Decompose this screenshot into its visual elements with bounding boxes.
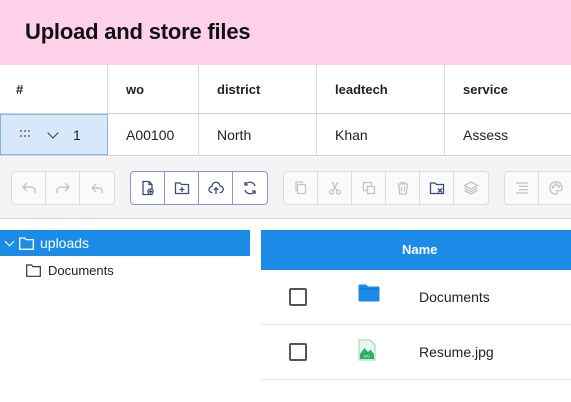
palette-icon [549, 181, 563, 195]
paste-icon [362, 181, 375, 195]
layers-button[interactable] [454, 172, 488, 204]
view-button-group [504, 171, 571, 205]
file-actions-button-group [130, 171, 268, 205]
chevron-down-icon[interactable] [47, 126, 59, 139]
folder-icon [19, 236, 34, 250]
row-checkbox[interactable] [289, 343, 307, 361]
list-item[interactable]: JPG Resume.jpg [261, 325, 571, 380]
file-name: Resume.jpg [419, 344, 494, 360]
row-number: 1 [73, 126, 81, 143]
data-grid: # wo district leadtech service 1 A00100 … [0, 65, 571, 157]
undo-icon [21, 182, 36, 193]
delete-icon [397, 181, 408, 195]
cell-wo[interactable]: A00100 [108, 114, 199, 155]
cell-leadtech[interactable]: Khan [317, 114, 445, 155]
tree-item-label: uploads [40, 235, 90, 251]
new-folder-icon [174, 182, 189, 195]
redo-icon [55, 182, 70, 193]
refresh-icon [244, 181, 256, 195]
column-header-name[interactable]: Name [402, 242, 437, 257]
folder-icon [358, 284, 380, 302]
new-folder-button[interactable] [165, 172, 199, 204]
cut-icon [328, 181, 341, 195]
reply-icon [91, 183, 103, 193]
clear-selection-icon [429, 182, 444, 195]
edit-button-group [283, 171, 489, 205]
file-list: Name Documents JPG Resume.jpg [261, 230, 571, 402]
list-item[interactable]: Documents [261, 270, 571, 325]
table-row[interactable]: 1 A00100 North Khan Assess [0, 114, 571, 156]
app-header: Upload and store files [0, 0, 571, 65]
column-header-district[interactable]: district [199, 65, 317, 113]
file-manager-toolbar [0, 157, 571, 219]
svg-text:JPG: JPG [363, 354, 370, 358]
drag-handle-icon[interactable] [20, 130, 31, 139]
image-file-icon: JPG [358, 339, 376, 361]
reply-button[interactable] [80, 172, 114, 204]
history-button-group [11, 171, 115, 205]
cell-district[interactable]: North [199, 114, 317, 155]
new-file-button[interactable] [131, 172, 165, 204]
upload-icon [207, 181, 224, 194]
chevron-down-icon[interactable] [4, 236, 15, 246]
cell-service[interactable]: Assess [445, 114, 571, 155]
row-number-cell[interactable]: 1 [0, 114, 108, 155]
details-button[interactable] [505, 172, 539, 204]
tree-item-uploads[interactable]: uploads [0, 230, 250, 256]
column-header-service[interactable]: service [445, 65, 571, 113]
new-file-icon [141, 180, 154, 196]
redo-button[interactable] [46, 172, 80, 204]
layers-icon [463, 181, 479, 195]
tree-item-label: Documents [48, 262, 114, 278]
folder-icon [26, 263, 41, 277]
column-header-wo[interactable]: wo [108, 65, 199, 113]
page-title: Upload and store files [25, 19, 251, 44]
folder-tree: uploads Documents [0, 219, 252, 402]
column-header-leadtech[interactable]: leadtech [317, 65, 445, 113]
palette-button[interactable] [539, 172, 571, 204]
paste-button[interactable] [352, 172, 386, 204]
copy-icon [294, 181, 306, 195]
file-name: Documents [419, 289, 490, 305]
upload-button[interactable] [199, 172, 233, 204]
grid-header-row: # wo district leadtech service [0, 65, 571, 114]
details-icon [515, 182, 528, 194]
refresh-button[interactable] [233, 172, 267, 204]
delete-button[interactable] [386, 172, 420, 204]
column-header-number[interactable]: # [0, 65, 108, 113]
undo-button[interactable] [12, 172, 46, 204]
clear-selection-button[interactable] [420, 172, 454, 204]
copy-button[interactable] [284, 172, 318, 204]
tree-item-documents[interactable]: Documents [26, 259, 114, 281]
cut-button[interactable] [318, 172, 352, 204]
row-checkbox[interactable] [289, 288, 307, 306]
file-list-header: Name [261, 230, 571, 270]
